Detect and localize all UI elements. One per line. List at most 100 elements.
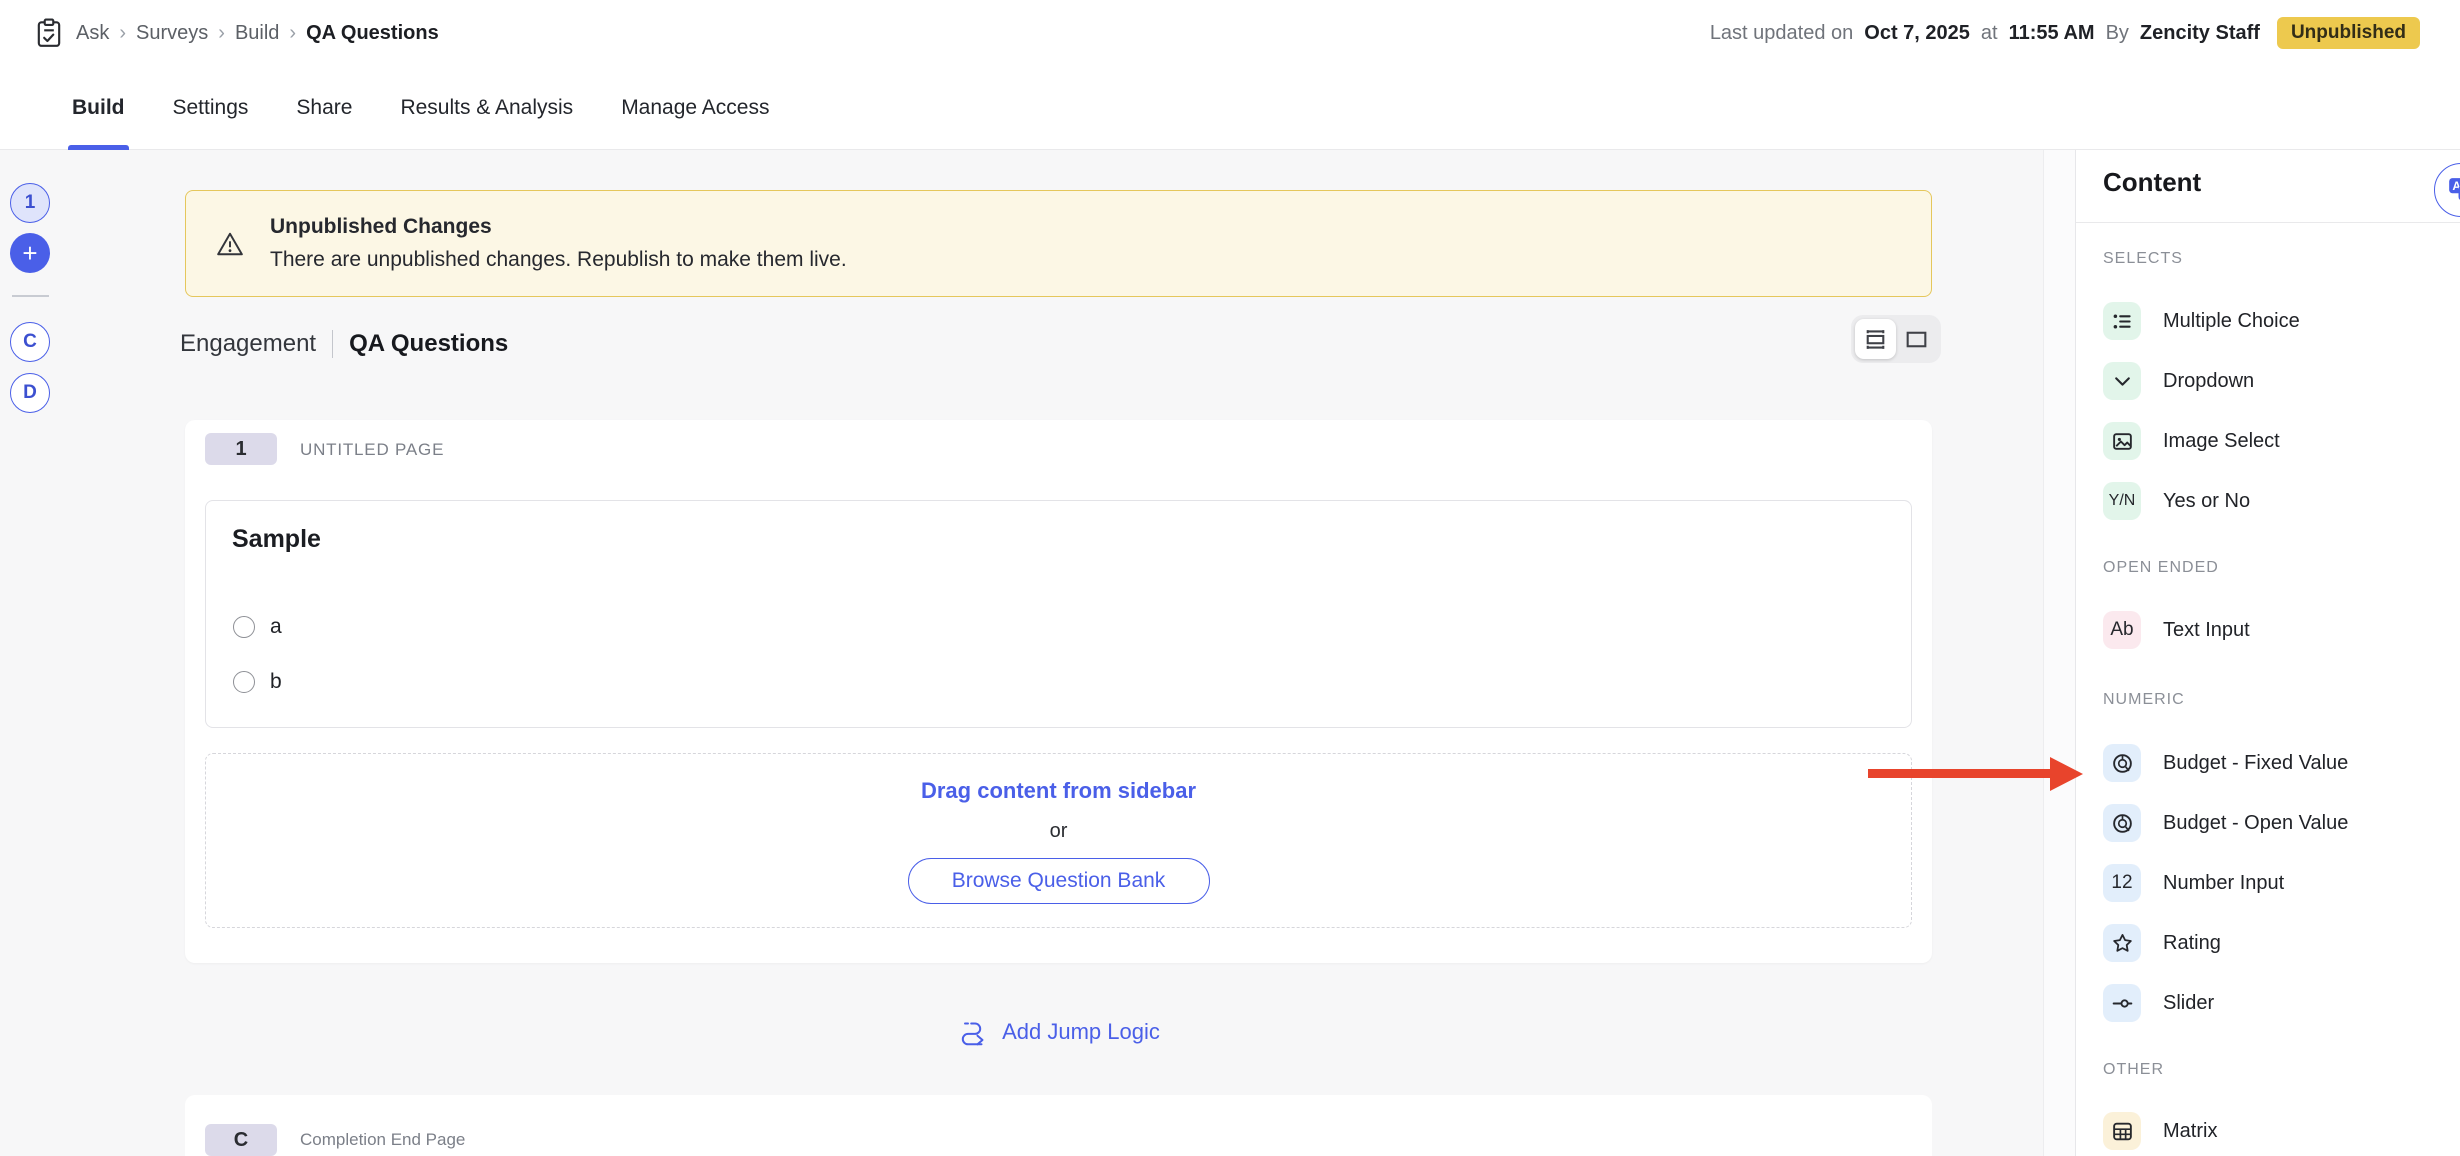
tab-build[interactable]: Build xyxy=(68,66,128,150)
breadcrumb-separator: › xyxy=(289,21,297,44)
single-view-toggle[interactable] xyxy=(1896,319,1937,359)
section-label-open-ended: OPEN ENDED xyxy=(2103,559,2219,576)
sidebar-item-label: Dropdown xyxy=(2163,369,2255,392)
sidebar-item-label: Rating xyxy=(2163,931,2221,954)
section-label-other: OTHER xyxy=(2103,1061,2164,1078)
tab-share[interactable]: Share xyxy=(296,66,352,150)
jump-logic-label: Add Jump Logic xyxy=(1002,1019,1160,1044)
at-label: at xyxy=(1980,21,1998,44)
warning-icon xyxy=(216,231,244,257)
last-updated-meta: Last updated on Oct 7, 2025 at 11:55 AM … xyxy=(1710,17,2420,49)
budget-donut-icon xyxy=(2103,744,2141,782)
breadcrumb-separator: › xyxy=(119,21,127,44)
last-updated-prefix: Last updated on xyxy=(1709,21,1854,44)
jump-logic-icon xyxy=(957,1016,989,1048)
breadcrumb-surveys[interactable]: Surveys xyxy=(136,22,208,45)
sidebar-item-number-input[interactable]: 12 Number Input xyxy=(2103,864,2284,902)
sidebar-item-yes-or-no[interactable]: Y/N Yes or No xyxy=(2103,482,2250,520)
breadcrumb: Ask › Surveys › Build › QA Questions xyxy=(36,18,439,48)
radio-button[interactable] xyxy=(233,616,255,638)
answer-option: b xyxy=(233,670,282,694)
completion-end-page-card: C Completion End Page xyxy=(185,1095,1932,1156)
list-view-toggle[interactable] xyxy=(1855,319,1896,359)
translate-button[interactable]: A xyxy=(2434,163,2460,217)
option-label: b xyxy=(270,670,282,693)
last-updated-time: 11:55 AM xyxy=(2008,21,2095,44)
radio-button[interactable] xyxy=(233,671,255,693)
completion-label: Completion End Page xyxy=(300,1130,466,1149)
sidebar-divider xyxy=(2076,222,2460,223)
content-dropzone[interactable]: Drag content from sidebar or Browse Ques… xyxy=(205,753,1912,928)
text-input-icon: Ab xyxy=(2103,611,2141,649)
breadcrumb-ask[interactable]: Ask xyxy=(76,22,109,45)
sidebar-item-slider[interactable]: Slider xyxy=(2103,984,2214,1022)
star-icon xyxy=(2103,924,2141,962)
page-name-label: UNTITLED PAGE xyxy=(300,440,445,459)
status-badge: Unpublished xyxy=(2276,17,2420,49)
section-label-selects: SELECTS xyxy=(2103,250,2183,267)
sidebar-item-label: Text Input xyxy=(2163,618,2250,641)
unpublished-changes-banner: Unpublished Changes There are unpublishe… xyxy=(185,190,1932,297)
tab-results-analysis[interactable]: Results & Analysis xyxy=(400,66,573,150)
yes-no-icon: Y/N xyxy=(2103,482,2141,520)
sidebar-item-label: Number Input xyxy=(2163,871,2285,894)
budget-donut-icon xyxy=(2103,804,2141,842)
sidebar-item-image-select[interactable]: Image Select xyxy=(2103,422,2280,460)
number-input-icon: 12 xyxy=(2103,864,2141,902)
last-updated-author: Zencity Staff xyxy=(2139,21,2260,44)
page-title: Engagement QA Questions xyxy=(180,330,508,358)
sidebar-item-text-input[interactable]: Ab Text Input xyxy=(2103,611,2250,649)
rail-disqualification-button[interactable]: D xyxy=(10,373,50,413)
sidebar-item-label: Budget - Fixed Value xyxy=(2163,751,2349,774)
banner-title: Unpublished Changes xyxy=(270,215,492,238)
image-icon xyxy=(2103,422,2141,460)
by-label: By xyxy=(2105,21,2129,44)
annotation-arrow-head xyxy=(2050,757,2083,791)
page-number-badge[interactable]: 1 xyxy=(205,433,277,465)
sidebar-item-label: Image Select xyxy=(2163,429,2280,452)
sidebar-item-matrix[interactable]: Matrix xyxy=(2103,1112,2217,1150)
last-updated-date: Oct 7, 2025 xyxy=(1864,21,1970,44)
rail-add-page-button[interactable]: + xyxy=(10,233,50,273)
browse-question-bank-button[interactable]: Browse Question Bank xyxy=(907,858,1210,904)
page-name: QA Questions xyxy=(349,330,509,357)
add-jump-logic-button[interactable]: Add Jump Logic xyxy=(185,1005,1932,1059)
list-view-icon xyxy=(1862,327,1889,352)
chevron-down-icon xyxy=(2103,362,2141,400)
question-card[interactable]: Sample a b xyxy=(205,500,1912,728)
sidebar-item-budget-open-value[interactable]: Budget - Open Value xyxy=(2103,804,2348,842)
sidebar-item-budget-fixed-value[interactable]: Budget - Fixed Value xyxy=(2103,744,2348,782)
rail-completion-button[interactable]: C xyxy=(10,322,50,362)
question-title: Sample xyxy=(232,525,321,553)
content-sidebar: Content A SELECTS Multiple C xyxy=(2075,150,2460,1156)
scrollbar-track xyxy=(2043,150,2075,1156)
survey-name: Engagement xyxy=(180,330,317,357)
sidebar-item-label: Multiple Choice xyxy=(2163,309,2300,332)
sidebar-item-label: Matrix xyxy=(2163,1119,2218,1142)
section-label-numeric: NUMERIC xyxy=(2103,691,2185,708)
single-view-icon xyxy=(1903,327,1930,352)
completion-badge[interactable]: C xyxy=(205,1124,277,1156)
survey-page-card: 1 UNTITLED PAGE Sample a b Drag content … xyxy=(185,420,1932,963)
breadcrumb-build[interactable]: Build xyxy=(235,22,279,45)
dropzone-drag-label: Drag content from sidebar xyxy=(920,778,1197,803)
option-label: a xyxy=(270,615,282,638)
dropzone-or-label: or xyxy=(1049,820,1068,842)
sidebar-item-multiple-choice[interactable]: Multiple Choice xyxy=(2103,302,2300,340)
clipboard-check-icon xyxy=(36,18,62,48)
tab-manage-access[interactable]: Manage Access xyxy=(621,66,769,150)
top-bar: Ask › Surveys › Build › QA Questions Las… xyxy=(0,0,2460,66)
answer-option: a xyxy=(233,615,282,639)
rail-page-1-button[interactable]: 1 xyxy=(10,183,50,223)
sidebar-item-dropdown[interactable]: Dropdown xyxy=(2103,362,2254,400)
matrix-table-icon xyxy=(2103,1112,2141,1150)
breadcrumb-current: QA Questions xyxy=(306,21,439,44)
multiple-choice-icon xyxy=(2103,302,2141,340)
sidebar-item-rating[interactable]: Rating xyxy=(2103,924,2221,962)
translate-icon: A xyxy=(2447,176,2460,204)
survey-builder-app: Ask › Surveys › Build › QA Questions Las… xyxy=(0,0,2460,1156)
title-divider xyxy=(332,330,334,358)
tab-settings[interactable]: Settings xyxy=(173,66,249,150)
tab-bar: Build Settings Share Results & Analysis … xyxy=(0,66,2460,202)
view-toggle xyxy=(1851,315,1941,363)
